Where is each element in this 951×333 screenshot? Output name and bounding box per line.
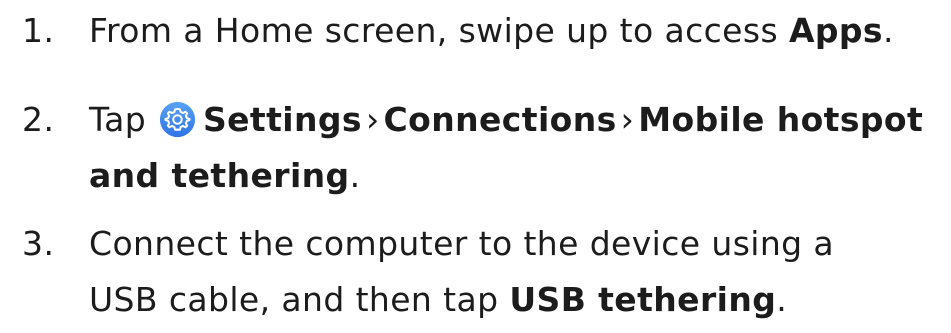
and-tethering-label: and tethering — [89, 156, 350, 195]
instruction-steps: 1. From a Home screen, swipe up to acces… — [0, 0, 951, 333]
chevron-right-separator: › — [365, 100, 380, 139]
chevron-right-separator: › — [620, 100, 635, 139]
step-text: From a Home screen, swipe up to access A… — [89, 3, 949, 59]
step-number: 2. — [22, 100, 55, 139]
step-text-plain: USB cable, and then tap — [89, 280, 510, 319]
step-text-line-2: USB cable, and then tap USB tethering. — [89, 272, 949, 328]
step-number: 1. — [22, 11, 55, 50]
step-number: 3. — [22, 224, 55, 263]
period: . — [776, 280, 788, 319]
mobile-hotspot-label: Mobile hotspot — [638, 100, 924, 139]
period: . — [882, 11, 894, 50]
step-text: Tap Settings › Connections › Mobile hotspot — [89, 92, 949, 148]
usb-tethering-label: USB tethering — [509, 280, 777, 319]
connections-label: Connections — [383, 100, 617, 139]
step-text-plain: From a Home screen, swipe up to access — [89, 11, 789, 50]
settings-label: Settings — [202, 100, 362, 139]
tap-label: Tap — [89, 100, 147, 139]
settings-gear-icon — [159, 101, 196, 138]
apps-label: Apps — [788, 11, 883, 50]
step-text: Connect the computer to the device using… — [89, 224, 835, 263]
step-text-line-2: and tethering. — [89, 148, 949, 204]
period: . — [349, 156, 361, 195]
